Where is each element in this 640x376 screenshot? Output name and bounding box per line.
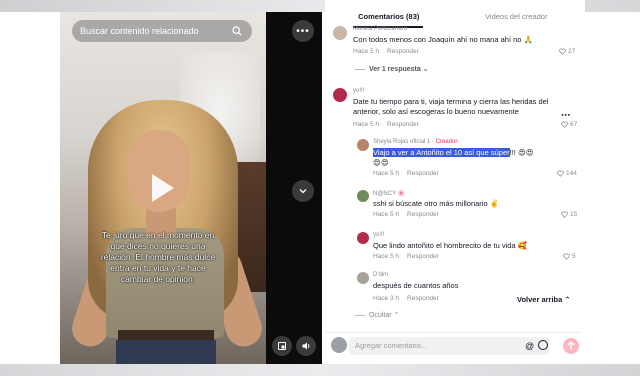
- related-search-bar[interactable]: Buscar contenido relacionado: [72, 20, 252, 42]
- comment-time: Hace 5 h: [373, 211, 400, 218]
- heart-icon: [563, 253, 570, 260]
- heart-icon: [561, 121, 568, 128]
- comment-composer: Agregar comentario... @: [325, 332, 580, 358]
- view-replies-label: Ver 1 respuesta: [369, 66, 421, 73]
- comment-meta: Hace 5 h Responder: [353, 48, 419, 55]
- comment-author[interactable]: Sheyla Rojas oficial 1 · Creador: [373, 139, 457, 145]
- divider: [355, 68, 365, 70]
- like-button[interactable]: 144: [557, 170, 577, 177]
- like-button[interactable]: 5: [563, 253, 576, 260]
- reply-button[interactable]: Responder: [387, 121, 419, 128]
- comment-time: Hace 5 h: [373, 170, 400, 177]
- avatar[interactable]: [357, 232, 369, 244]
- avatar: [331, 337, 347, 353]
- more-options-icon[interactable]: ⋯: [561, 110, 571, 121]
- comment-meta: Hace 5 h Responder: [373, 211, 439, 218]
- comment-text: Date tu tiempo para ti, viaja termina y …: [353, 97, 549, 116]
- comment-author[interactable]: Mónica Portocarrero: [353, 26, 407, 32]
- reply-button[interactable]: Responder: [407, 295, 439, 302]
- comment-author[interactable]: D'dim: [373, 272, 388, 278]
- avatar[interactable]: [357, 139, 369, 151]
- video-player[interactable]: Te juro que en el momento en que dices n…: [60, 12, 322, 364]
- like-count: 15: [570, 211, 578, 218]
- comment-text: Viajo a ver a Antoñito el 10 así que súp…: [373, 148, 563, 158]
- avatar[interactable]: [333, 26, 347, 40]
- reply-button[interactable]: Responder: [407, 170, 439, 177]
- volume-icon[interactable]: [296, 336, 316, 356]
- avatar[interactable]: [333, 88, 347, 102]
- view-replies-button[interactable]: Ver 1 respuesta ⌄: [355, 65, 429, 73]
- comment-item: Mónica Portocarrero Con todos menos con …: [333, 26, 578, 66]
- picture-in-picture-icon[interactable]: [272, 336, 292, 356]
- reply-item: N@NCY 🌸 sshi si búscate otro más millona…: [357, 190, 579, 222]
- return-to-top-label: Volver arriba: [517, 295, 563, 304]
- avatar[interactable]: [357, 190, 369, 202]
- play-icon[interactable]: [152, 174, 174, 202]
- heart-icon: [557, 170, 564, 177]
- send-button[interactable]: [563, 338, 579, 354]
- like-count: 27: [568, 48, 576, 55]
- comment-meta: Hace 3 h Responder: [373, 295, 439, 302]
- mention-icon[interactable]: @: [525, 341, 534, 351]
- reply-item: Sheyla Rojas oficial 1 · Creador Viajo a…: [357, 139, 579, 181]
- comment-time: Hace 3 h: [373, 295, 400, 302]
- like-count: 5: [572, 253, 576, 260]
- comment-text-line2: 😍😍: [373, 158, 389, 167]
- comment-author[interactable]: yo!!!: [373, 232, 384, 238]
- comment-time: Hace 5 h: [373, 253, 400, 260]
- comment-text: después de cuantos años: [373, 281, 459, 290]
- app-root: Te juro que en el momento en que dices n…: [0, 0, 640, 376]
- text-suffix: !!! 😍😍: [509, 148, 534, 157]
- comment-text: sshi si búscate otro más millonario ✌️: [373, 199, 500, 208]
- comment-meta: Hace 5 h Responder: [373, 170, 439, 177]
- video-caption: Te juro que en el momento en que dices n…: [100, 230, 216, 284]
- comment-input[interactable]: Agregar comentario...: [349, 337, 549, 355]
- creator-badge: · Creador: [432, 139, 458, 145]
- reply-button[interactable]: Responder: [407, 211, 439, 218]
- tab-creator-videos[interactable]: Videos del creador: [453, 12, 581, 26]
- like-count: 144: [566, 170, 577, 177]
- emoji-icon[interactable]: [538, 340, 548, 350]
- like-button[interactable]: 15: [561, 211, 577, 218]
- person-belt: [118, 330, 214, 340]
- reply-button[interactable]: Responder: [387, 48, 419, 55]
- more-options-icon[interactable]: •••: [292, 20, 314, 42]
- like-count: 67: [570, 121, 578, 128]
- author-name: Sheyla Rojas oficial 1: [373, 139, 431, 145]
- search-icon[interactable]: [230, 24, 244, 38]
- divider: [355, 314, 365, 316]
- like-button[interactable]: 27: [559, 48, 575, 55]
- arrow-up-icon: [567, 341, 575, 350]
- return-to-top-button[interactable]: Volver arriba ⌃: [517, 295, 571, 304]
- like-button[interactable]: 67: [561, 121, 577, 128]
- chevron-up-icon: ⌃: [564, 295, 571, 304]
- comment-text: Que lindo antoñito el hombrecito de tu v…: [373, 241, 528, 250]
- comment-time: Hace 5 h: [353, 48, 380, 55]
- comment-time: Hace 5 h: [353, 121, 380, 128]
- hide-replies-label: Ocultar: [369, 312, 392, 319]
- reply-button[interactable]: Responder: [407, 253, 439, 260]
- highlighted-text: Viajo a ver a Antoñito el 10 así que súp…: [373, 148, 510, 157]
- reply-item: yo!!! Que lindo antoñito el hombrecito d…: [357, 232, 579, 264]
- comment-author[interactable]: N@NCY 🌸: [373, 190, 405, 197]
- tab-comments[interactable]: Comentarios (83): [325, 12, 453, 26]
- hide-replies-button[interactable]: Ocultar ⌃: [355, 311, 399, 319]
- heart-icon: [559, 48, 566, 55]
- chevron-down-icon[interactable]: [292, 180, 314, 202]
- search-placeholder: Buscar contenido relacionado: [80, 26, 199, 36]
- blurred-footer: [0, 364, 640, 376]
- video-frame: Te juro que en el momento en que dices n…: [60, 12, 266, 364]
- comment-text: Con todos menos con Joaquín ahí no mana …: [353, 35, 533, 44]
- comment-author[interactable]: yo!!!: [353, 88, 364, 94]
- comments-panel: Comentarios (83) Videos del creador Móni…: [325, 0, 585, 376]
- heart-icon: [561, 211, 568, 218]
- comment-item: yo!!! Date tu tiempo para ti, viaja term…: [333, 88, 578, 132]
- comment-meta: Hace 5 h Responder: [373, 253, 439, 260]
- person-jeans: [116, 340, 216, 364]
- comment-meta: Hace 5 h Responder: [353, 121, 419, 128]
- avatar[interactable]: [357, 272, 369, 284]
- comment-tabs: Comentarios (83) Videos del creador: [325, 12, 580, 26]
